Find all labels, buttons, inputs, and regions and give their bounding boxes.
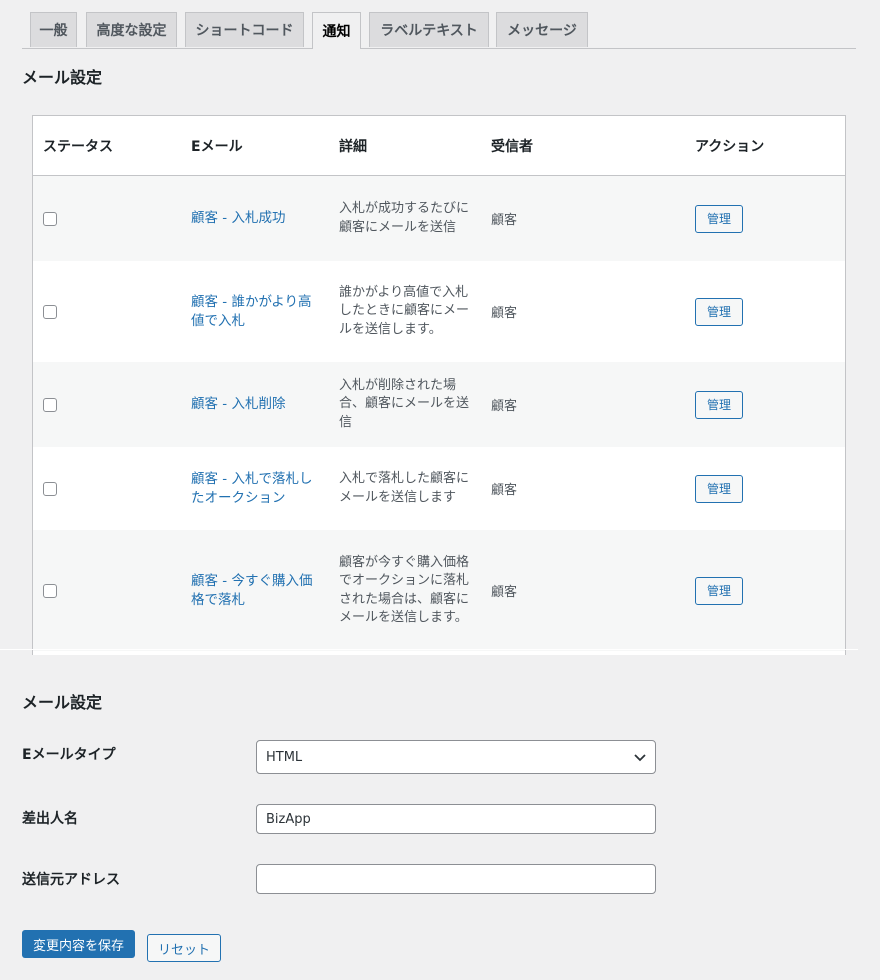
- manage-button[interactable]: 管理: [695, 390, 743, 419]
- email-description: 入札が成功するたびに顧客にメールを送信: [339, 201, 470, 235]
- recipient: 顧客: [491, 483, 518, 498]
- email-link[interactable]: 顧客 - 今すぐ購入価格で落札: [191, 572, 321, 610]
- status-checkbox[interactable]: [43, 583, 57, 598]
- table-row: 顧客 - 今すぐ購入価格で落札 顧客が今すぐ購入価格でオークションに落札された場…: [33, 530, 845, 651]
- section-title-mail-settings: メール設定: [22, 693, 103, 712]
- email-description: 入札で落札した顧客にメールを送信します: [339, 471, 470, 505]
- email-type-label: Eメールタイプ: [22, 747, 116, 763]
- recipient: 顧客: [491, 399, 518, 414]
- status-checkbox[interactable]: [43, 304, 57, 319]
- status-checkbox[interactable]: [43, 397, 57, 412]
- manage-button[interactable]: 管理: [695, 204, 743, 233]
- email-type-select[interactable]: HTML: [256, 740, 656, 774]
- sender-address-label: 送信元アドレス: [22, 872, 120, 888]
- status-checkbox[interactable]: [43, 211, 57, 226]
- settings-tabs: 一般 高度な設定 ショートコード 通知 ラベルテキスト メッセージ: [22, 12, 856, 49]
- email-type-value: HTML: [266, 749, 303, 765]
- tab-general[interactable]: 一般: [30, 12, 77, 47]
- table-row: 顧客 - 入札削除 入札が削除された場合、顧客にメールを送信 顧客 管理: [33, 362, 845, 447]
- tab-advanced[interactable]: 高度な設定: [86, 12, 177, 47]
- recipient: 顧客: [491, 306, 518, 321]
- sender-address-input[interactable]: [256, 864, 656, 894]
- email-notifications-table: ステータス Eメール 詳細 受信者 アクション 顧客 - 入札成功 入札が成功す…: [32, 115, 846, 655]
- email-description: 誰かがより高値で入札したときに顧客にメールを送信します。: [339, 284, 470, 337]
- section-title-email-settings: メール設定: [22, 68, 103, 87]
- header-recipient: 受信者: [491, 139, 533, 155]
- sender-name-label: 差出人名: [22, 811, 78, 827]
- header-email: Eメール: [191, 139, 243, 155]
- table-row: 顧客 - 誰かがより高値で入札 誰かがより高値で入札したときに顧客にメールを送信…: [33, 261, 845, 362]
- sender-name-input[interactable]: BizApp: [256, 804, 656, 834]
- chevron-down-icon: [634, 754, 646, 762]
- tab-notifications[interactable]: 通知: [312, 12, 361, 49]
- email-link[interactable]: 顧客 - 入札で落札したオークション: [191, 470, 321, 508]
- manage-button[interactable]: 管理: [695, 474, 743, 503]
- status-checkbox[interactable]: [43, 481, 57, 496]
- manage-button[interactable]: 管理: [695, 576, 743, 605]
- header-details: 詳細: [339, 139, 367, 155]
- email-description: 顧客が今すぐ購入価格でオークションに落札された場合は、顧客にメールを送信します。: [339, 554, 470, 626]
- table-header: ステータス Eメール 詳細 受信者 アクション: [33, 116, 845, 176]
- header-status: ステータス: [43, 139, 113, 155]
- table-row: 顧客 - 入札で落札したオークション 入札で落札した顧客にメールを送信します 顧…: [33, 447, 845, 530]
- table-row: 顧客 - 入札成功 入札が成功するたびに顧客にメールを送信 顧客 管理: [33, 176, 845, 261]
- tab-label-text[interactable]: ラベルテキスト: [369, 12, 489, 47]
- sender-name-value: BizApp: [266, 811, 311, 827]
- email-link[interactable]: 顧客 - 誰かがより高値で入札: [191, 293, 321, 331]
- save-changes-button[interactable]: 変更内容を保存: [22, 930, 135, 958]
- email-description: 入札が削除された場合、顧客にメールを送信: [339, 377, 470, 430]
- email-link[interactable]: 顧客 - 入札成功: [191, 209, 321, 228]
- tab-shortcodes[interactable]: ショートコード: [185, 12, 304, 47]
- email-link[interactable]: 顧客 - 入札削除: [191, 395, 321, 414]
- manage-button[interactable]: 管理: [695, 297, 743, 326]
- recipient: 顧客: [491, 585, 518, 600]
- tab-messages[interactable]: メッセージ: [496, 12, 588, 47]
- reset-button[interactable]: リセット: [147, 934, 221, 962]
- divider: [0, 649, 858, 650]
- header-action: アクション: [695, 139, 765, 155]
- recipient: 顧客: [491, 213, 518, 228]
